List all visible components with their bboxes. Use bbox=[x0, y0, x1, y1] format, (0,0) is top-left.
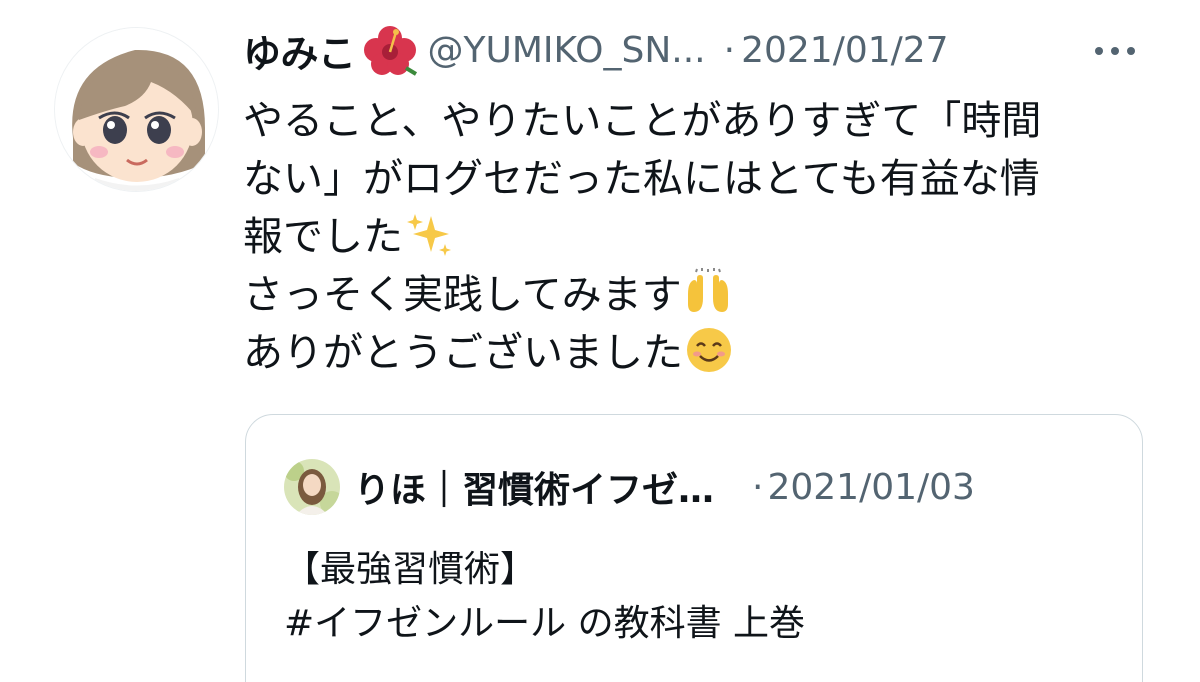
more-icon[interactable] bbox=[1095, 45, 1135, 57]
quoted-avatar[interactable] bbox=[284, 459, 340, 515]
smiling-face-icon bbox=[685, 326, 733, 374]
tweet-date[interactable]: 2021/01/27 bbox=[741, 30, 949, 71]
avatar[interactable] bbox=[55, 28, 218, 191]
separator-dot: · bbox=[752, 466, 764, 508]
quoted-tweet-card[interactable]: りほ｜習慣術イフゼ… · 2021/01/03 【最強習慣術】 #イフゼンルール… bbox=[245, 414, 1143, 682]
quoted-tweet-header: りほ｜習慣術イフゼ… · 2021/01/03 bbox=[284, 457, 975, 517]
user-handle[interactable]: @YUMIKO_SN... bbox=[428, 30, 706, 71]
quoted-tweet-text: 【最強習慣術】 #イフゼンルール の教科書 上巻 bbox=[284, 543, 805, 651]
tweet-text-line: やること、やりたいことがありすぎて「時間 bbox=[243, 98, 1042, 144]
quoted-text-line: 【最強習慣術】 bbox=[284, 549, 537, 590]
separator-dot: · bbox=[723, 29, 736, 71]
tweet-header: ゆみこ @YUMIKO_SN... · 2021/01/27 bbox=[243, 22, 949, 78]
tweet-text: やること、やりたいことがありすぎて「時間 ない」がログセだった私にはとても有益な… bbox=[243, 92, 1143, 382]
display-name[interactable]: ゆみこ bbox=[243, 23, 356, 78]
tweet-text-line: ありがとうございました bbox=[243, 324, 1143, 382]
tweet-text-line: さっそく実践してみます bbox=[243, 266, 1143, 324]
hibiscus-icon bbox=[362, 24, 418, 76]
tweet-text-line: ない」がログセだった私にはとても有益な情 bbox=[243, 156, 1040, 202]
avatar-illustration bbox=[55, 28, 218, 191]
quoted-display-name[interactable]: りほ｜習慣術イフゼ… bbox=[354, 461, 714, 513]
quoted-tweet-date[interactable]: 2021/01/03 bbox=[767, 467, 975, 508]
tweet-text-line: 報でした bbox=[243, 208, 1143, 266]
sparkles-icon bbox=[405, 210, 453, 258]
raising-hands-icon bbox=[684, 268, 732, 316]
quoted-text-line: #イフゼンルール の教科書 上巻 bbox=[284, 603, 806, 644]
